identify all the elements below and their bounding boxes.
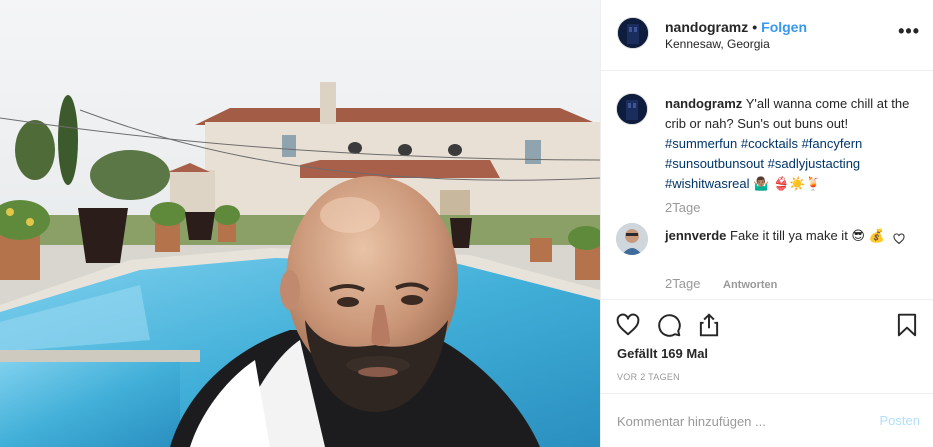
comment-timestamp[interactable]: 2Tage [665,276,700,291]
caption-timestamp[interactable]: 2Tage [665,200,700,215]
comment-input[interactable] [617,412,847,430]
bookmark-icon[interactable] [894,312,920,338]
post-actions: Gefällt 169 Mal VOR 2 TAGEN [601,299,933,393]
commenter-avatar[interactable] [616,223,648,255]
likes-count[interactable]: Gefällt 169 Mal [617,346,708,361]
post-header: nandogramz • Folgen Kennesaw, Georgia ••• [601,0,933,71]
follow-button[interactable]: Folgen [761,19,807,35]
commenter-username[interactable]: jennverde [665,228,726,243]
hashtag-link[interactable]: #summerfun [665,136,737,151]
post-photo[interactable] [0,0,600,447]
avatar-image [616,223,648,255]
more-options-icon[interactable]: ••• [898,22,920,40]
instagram-post-view: nandogramz • Folgen Kennesaw, Georgia ••• … [0,0,933,447]
post-sidebar: nandogramz • Folgen Kennesaw, Georgia ••• … [600,0,933,447]
reply-button[interactable]: Antworten [723,279,777,291]
avatar-image [617,94,647,124]
hashtag-link[interactable]: #sadlyjustacting [768,156,861,171]
comment-bubble-icon[interactable] [656,312,682,338]
comment-text: Fake it till ya make it 😎 💰 [730,228,885,243]
hashtag-link[interactable]: #sunsoutbunsout [665,156,764,171]
hashtag-link[interactable]: #fancyfern [802,136,863,151]
caption-avatar[interactable] [616,93,648,125]
share-icon[interactable] [696,312,722,338]
caption-username[interactable]: nandogramz [665,96,742,111]
comment-like-heart-icon[interactable] [893,233,905,245]
like-heart-icon[interactable] [615,312,641,338]
avatar-image [618,18,648,48]
caption-emoji: 🤷🏽‍♂️ 👙☀️🍹 [753,176,822,191]
author-line: nandogramz • Folgen [665,19,807,35]
separator-dot: • [752,19,758,35]
hashtag-link[interactable]: #wishitwasreal [665,176,750,191]
author-username[interactable]: nandogramz [665,19,748,35]
post-date[interactable]: VOR 2 TAGEN [617,372,680,382]
author-avatar[interactable] [617,17,649,49]
post-caption: nandogramz Y'all wanna come chill at the… [665,94,915,194]
post-location[interactable]: Kennesaw, Georgia [665,37,770,51]
post-comment-button[interactable]: Posten [880,413,920,428]
hashtag-link[interactable]: #cocktails [741,136,798,151]
comment-item: jennverde Fake it till ya make it 😎 💰 [665,226,890,246]
add-comment-bar: Posten [601,393,933,447]
selfie-by-pool-image [0,0,600,447]
